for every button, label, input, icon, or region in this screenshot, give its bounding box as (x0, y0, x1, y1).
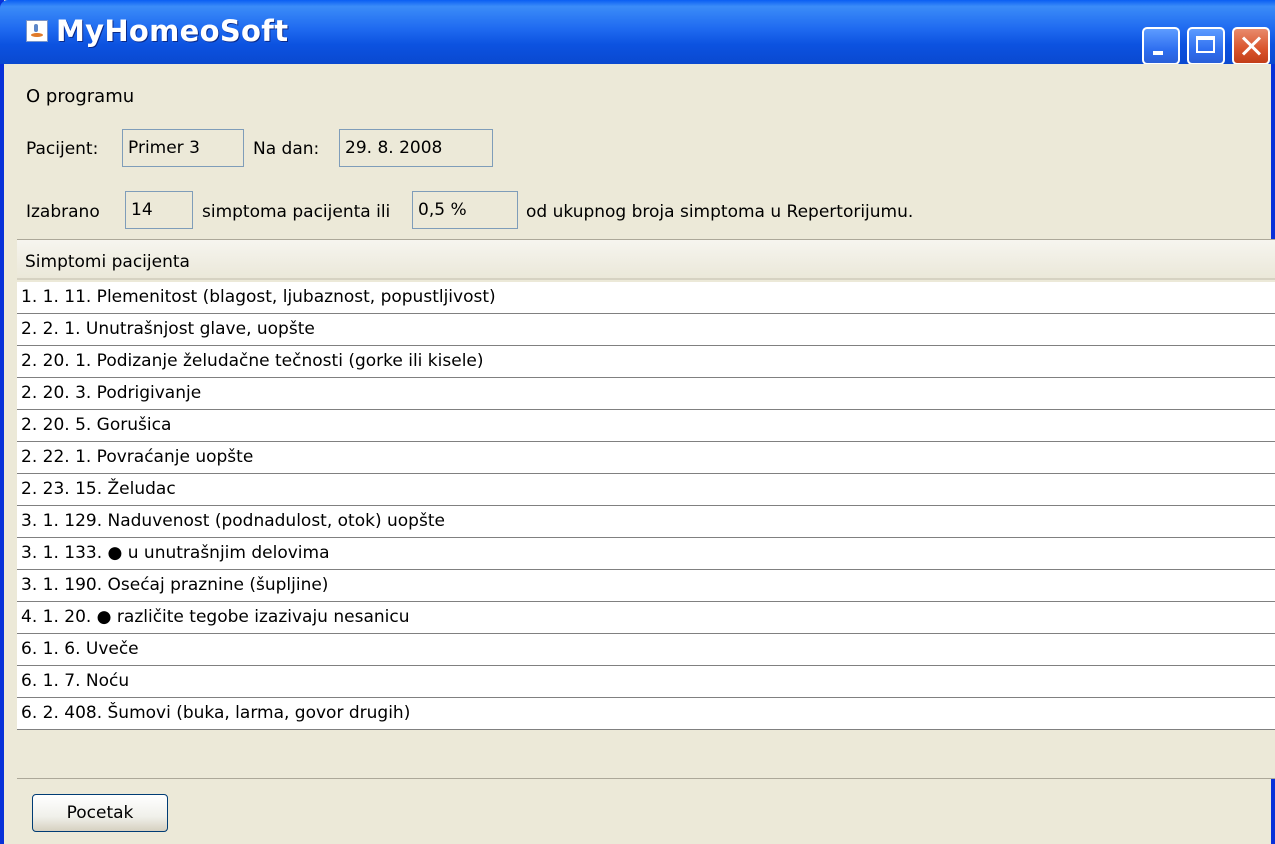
table-row[interactable]: 1. 1. 11. Plemenitost (blagost, ljubazno… (17, 282, 1275, 314)
minimize-button[interactable] (1142, 27, 1180, 65)
table-row[interactable]: 4. 1. 20. ● različite tegobe izazivaju n… (17, 602, 1275, 634)
table-row[interactable]: 3. 1. 133. ● u unutrašnjim delovima (17, 538, 1275, 570)
title-bar[interactable]: MyHomeoSoft (0, 0, 1275, 65)
patient-field[interactable]: Primer 3 (122, 129, 244, 167)
patient-label: Pacijent: (26, 139, 99, 159)
table-row[interactable]: 3. 1. 129. Naduvenost (podnadulost, otok… (17, 506, 1275, 538)
close-button[interactable] (1232, 27, 1270, 65)
table-row[interactable]: 2. 20. 3. Podrigivanje (17, 378, 1275, 410)
table-column-header[interactable]: Simptomi pacijenta (17, 240, 1275, 280)
table-row[interactable]: 3. 1. 190. Osećaj praznine (šupljine) (17, 570, 1275, 602)
window-title: MyHomeoSoft (56, 14, 289, 48)
table-row[interactable]: 2. 20. 5. Gorušica (17, 410, 1275, 442)
table-rows: 1. 1. 11. Plemenitost (blagost, ljubazno… (17, 282, 1275, 730)
java-app-icon[interactable] (26, 20, 48, 42)
table-row[interactable]: 2. 2. 1. Unutrašnjost glave, uopšte (17, 314, 1275, 346)
table-row[interactable]: 2. 22. 1. Povraćanje uopšte (17, 442, 1275, 474)
date-field[interactable]: 29. 8. 2008 (339, 129, 493, 167)
symptoms-table: Simptomi pacijenta 1. 1. 11. Plemenitost… (17, 239, 1275, 779)
column-header-label: Simptomi pacijenta (25, 252, 190, 272)
selected-label: Izabrano (26, 202, 100, 222)
percent-field[interactable]: 0,5 % (412, 191, 518, 229)
menu-bar: O programu (4, 64, 1271, 120)
summary-middle-text: simptoma pacijenta ili (202, 202, 391, 222)
table-row[interactable]: 6. 2. 408. Šumovi (buka, larma, govor dr… (17, 698, 1275, 730)
table-row[interactable]: 2. 20. 1. Podizanje želudačne tečnosti (… (17, 346, 1275, 378)
maximize-button[interactable] (1187, 27, 1225, 65)
table-row[interactable]: 6. 1. 6. Uveče (17, 634, 1275, 666)
table-row[interactable]: 2. 23. 15. Želudac (17, 474, 1275, 506)
table-row[interactable]: 6. 1. 7. Noću (17, 666, 1275, 698)
start-button[interactable]: Pocetak (32, 794, 168, 832)
selected-count-field[interactable]: 14 (125, 191, 193, 229)
summary-tail-text: od ukupnog broja simptoma u Repertorijum… (526, 202, 914, 222)
date-label: Na dan: (253, 139, 320, 159)
menu-item-about[interactable]: O programu (26, 86, 134, 107)
app-window: MyHomeoSoft O programu Pacijent: Primer … (0, 0, 1275, 844)
